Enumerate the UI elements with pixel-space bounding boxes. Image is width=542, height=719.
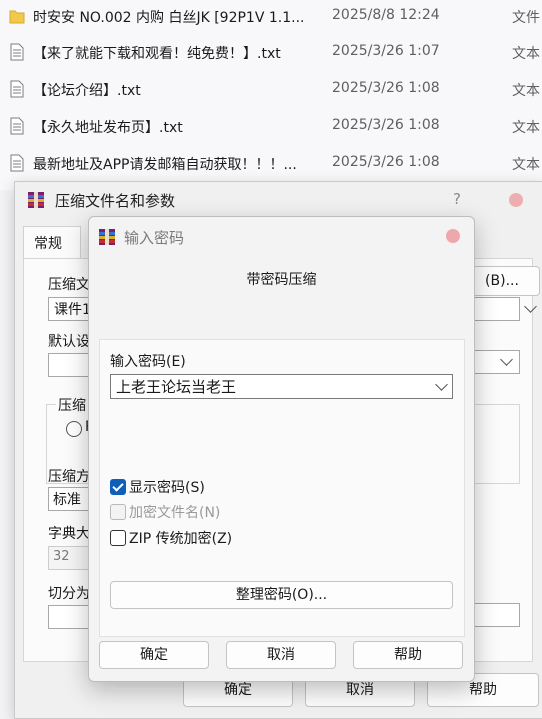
archive-name-value: 课件1: [54, 302, 91, 318]
chevron-down-icon: [524, 300, 537, 313]
text-file-icon: [10, 43, 24, 61]
password-input[interactable]: 上老王论坛当老王: [110, 374, 453, 399]
file-row[interactable]: 时安安 NO.002 内购 白丝JK [92P1V 1.1... 2025/8/…: [0, 0, 542, 35]
file-type: 文件: [512, 10, 540, 26]
text-file-icon: [10, 154, 24, 172]
file-row[interactable]: 【永久地址发布页】.txt 2025/3/26 1:08 文本: [0, 108, 542, 145]
password-dialog-title: 输入密码: [124, 229, 185, 247]
password-dialog: 输入密码 带密码压缩 输入密码(E) 上老王论坛当老王 显示密码(S) 加密文件…: [88, 216, 475, 682]
ok-button[interactable]: 确定: [99, 641, 209, 669]
compression-method-value: 标准: [53, 492, 81, 508]
tab-general[interactable]: 常规: [23, 226, 81, 259]
winrar-icon: [28, 192, 44, 208]
browse-button[interactable]: (B)...: [464, 266, 540, 296]
archive-name-label: 压缩文: [48, 277, 90, 293]
archive-dialog-title: 压缩文件名和参数: [55, 192, 176, 210]
winrar-icon: [99, 229, 115, 245]
help-button[interactable]: 帮助: [353, 641, 463, 669]
chevron-down-icon: [500, 353, 513, 366]
file-type: 文本: [512, 157, 540, 173]
close-button[interactable]: [509, 193, 523, 207]
file-row[interactable]: 【来了就能下载和观看！纯免费！】.txt 2025/3/26 1:07 文本: [0, 34, 542, 71]
folder-icon: [9, 10, 25, 24]
split-volume-label: 切分为: [48, 586, 90, 602]
dictionary-size-label: 字典大: [48, 526, 90, 542]
password-heading: 带密码压缩: [246, 272, 317, 288]
file-row[interactable]: 最新地址及APP请发邮箱自动获取！！！... 2025/3/26 1:08 文本: [0, 145, 542, 182]
archive-format-label: 压缩: [56, 395, 88, 415]
file-date: 2025/3/26 1:08: [332, 154, 440, 170]
encrypt-file-names-checkbox[interactable]: [110, 504, 126, 520]
file-name: 【论坛介绍】.txt: [33, 83, 141, 99]
password-label: 输入密码(E): [110, 354, 186, 370]
zip-legacy-encryption-checkbox[interactable]: [110, 530, 126, 546]
compression-method-label: 压缩方: [48, 469, 90, 485]
zip-legacy-encryption-label: ZIP 传统加密(Z): [129, 531, 233, 547]
file-row[interactable]: 【论坛介绍】.txt 2025/3/26 1:08 文本: [0, 71, 542, 108]
file-name: 时安安 NO.002 内购 白丝JK [92P1V 1.1...: [33, 10, 305, 26]
show-password-checkbox[interactable]: [110, 479, 126, 495]
file-list: 时安安 NO.002 内购 白丝JK [92P1V 1.1... 2025/8/…: [0, 0, 542, 190]
encrypt-file-names-label: 加密文件名(N): [129, 505, 221, 521]
chevron-down-icon: [435, 378, 448, 391]
cancel-button[interactable]: 取消: [226, 641, 336, 669]
close-button[interactable]: [446, 229, 460, 243]
text-file-icon: [10, 80, 24, 98]
default-profile-label: 默认设: [48, 334, 90, 350]
file-date: 2025/3/26 1:07: [332, 43, 440, 59]
file-name: 【来了就能下载和观看！纯免费！】.txt: [33, 46, 281, 62]
file-type: 文本: [512, 83, 540, 99]
file-name: 【永久地址发布页】.txt: [33, 120, 183, 136]
help-button[interactable]: ?: [453, 190, 461, 208]
file-date: 2025/3/26 1:08: [332, 80, 440, 96]
dictionary-size-value: 32: [53, 549, 70, 564]
tab-general-label: 常规: [34, 236, 62, 252]
password-value: 上老王论坛当老王: [116, 378, 237, 396]
file-date: 2025/3/26 1:08: [332, 117, 440, 133]
organize-passwords-button[interactable]: 整理密码(O)...: [110, 581, 453, 609]
file-type: 文本: [512, 120, 540, 136]
format-rar-radio[interactable]: [66, 421, 82, 437]
file-type: 文本: [512, 46, 540, 62]
file-date: 2025/8/8 12:24: [332, 7, 440, 23]
text-file-icon: [10, 117, 24, 135]
show-password-label: 显示密码(S): [129, 480, 205, 496]
file-name: 最新地址及APP请发邮箱自动获取！！！...: [33, 157, 297, 173]
